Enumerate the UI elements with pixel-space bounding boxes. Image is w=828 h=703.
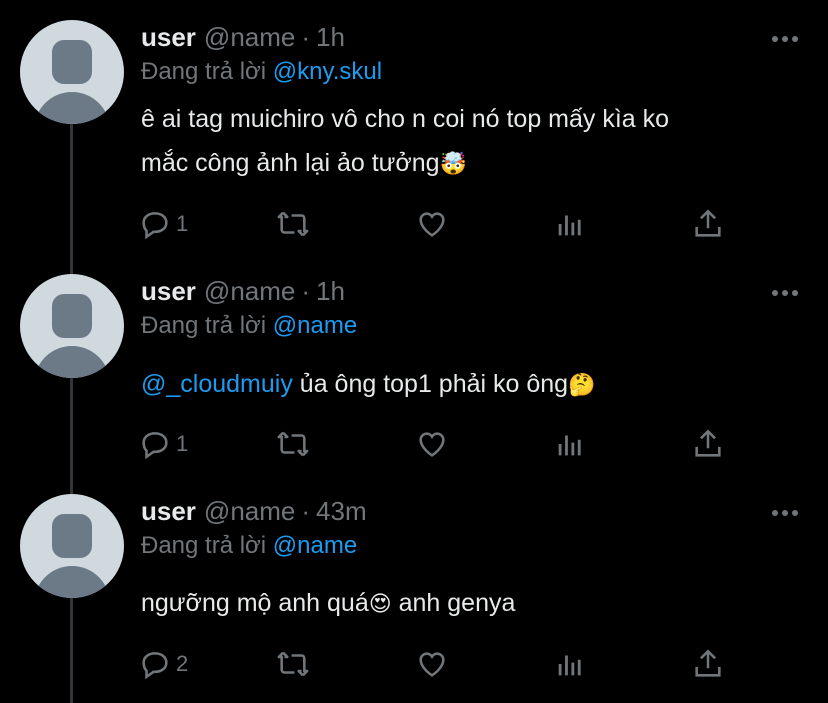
tweet-text-segment: ủa ông top1 phải ko ông [292,370,569,398]
tweet[interactable]: user @name · 43m Đang trả lời @name ngưỡ… [0,482,828,703]
separator-dot: · [301,496,311,526]
retweet-icon [277,211,309,237]
replying-to: Đang trả lời @kny.skul [141,58,382,86]
more-options-button[interactable] [772,508,802,518]
tweet-text-line: mắc công ảnh lại ảo tưởng🤯 [141,141,801,187]
like-button[interactable] [415,204,449,244]
tweet[interactable]: user @name · 1h Đang trả lời @name @_clo… [0,262,828,482]
tweet-text: ê ai tag muichiro vô cho n coi nó top mấ… [141,97,801,187]
thinking-face-emoji: 🤔 [568,373,596,398]
reply-icon [142,212,168,240]
tweet-actions: 1 [138,424,738,464]
share-button[interactable] [691,644,725,684]
replying-to-mention[interactable]: @name [273,312,357,339]
more-icon-dot [782,510,788,516]
avatar-head-shape [52,40,92,84]
user-handle[interactable]: @name [204,276,295,307]
avatar-body-shape [34,92,110,124]
replying-to-mention[interactable]: @name [273,532,357,559]
tweet-text-line: ê ai tag muichiro vô cho n coi nó top mấ… [141,105,670,133]
user-handle[interactable]: @name [204,22,295,53]
reply-count: 2 [176,651,189,676]
share-icon [695,429,721,457]
replying-label: Đang trả lời [141,58,267,85]
tweet-actions: 2 [138,644,738,684]
replying-to: Đang trả lời @name [141,312,357,340]
reply-icon [142,432,168,460]
share-icon [695,209,721,237]
more-icon-dot [782,36,788,42]
separator-dot: · [301,276,311,306]
tweet-text-line: ngưỡng mộ anh quá😍 anh genya [141,581,801,627]
like-icon [419,432,445,457]
more-icon-dot [792,510,798,516]
tweet-header: user @name · 1h [141,22,345,58]
timestamp[interactable]: 43m [316,496,367,527]
separator-dot: · [301,22,311,52]
tweet-mention[interactable]: @_cloudmuiy [141,370,293,398]
username[interactable]: user [141,276,196,307]
avatar-body-shape [34,566,110,598]
tweet-text-segment: anh genya [391,589,516,617]
avatar[interactable] [20,494,124,598]
replying-to: Đang trả lời @name [141,532,357,560]
timestamp[interactable]: 1h [316,22,345,53]
reply-button[interactable]: 1 [138,424,188,464]
more-icon-dot [782,290,788,296]
reply-button[interactable]: 1 [138,204,188,244]
avatar[interactable] [20,20,124,124]
more-icon [772,36,778,42]
share-button[interactable] [691,204,725,244]
replying-label: Đang trả lời [141,312,267,339]
tweet-actions: 1 [138,204,738,244]
more-options-button[interactable] [772,288,802,298]
like-button[interactable] [415,644,449,684]
tweet-header: user @name · 1h [141,276,345,312]
replying-to-mention[interactable]: @kny.skul [273,58,382,85]
tweet[interactable]: user @name · 1h Đang trả lời @kny.skul ê… [0,0,828,262]
timestamp[interactable]: 1h [316,276,345,307]
analytics-button[interactable] [553,424,587,464]
like-icon [419,212,445,237]
more-options-button[interactable] [772,34,802,44]
retweet-icon [277,651,309,677]
like-icon [419,652,445,677]
retweet-icon [277,431,309,457]
user-handle[interactable]: @name [204,496,295,527]
retweet-button[interactable] [276,204,310,244]
retweet-button[interactable] [276,424,310,464]
avatar-body-shape [34,346,110,378]
avatar[interactable] [20,274,124,378]
tweet-text-line: @_cloudmuiy ủa ông top1 phải ko ông🤔 [141,362,801,408]
heart-eyes-emoji: 😍 [368,592,392,617]
reply-count: 1 [176,431,189,456]
tweet-text-segment: ngưỡng mộ anh quá [141,589,369,617]
analytics-icon [558,215,581,236]
tweet-text: ngưỡng mộ anh quá😍 anh genya [141,581,801,627]
more-icon-dot [792,290,798,296]
analytics-icon [558,655,581,676]
more-icon [772,510,778,516]
exploding-head-emoji: 🤯 [439,152,467,177]
share-button[interactable] [691,424,725,464]
avatar-head-shape [52,514,92,558]
share-icon [695,649,721,677]
username[interactable]: user [141,22,196,53]
tweet-text-segment: mắc công ảnh lại ảo tưởng [141,149,440,177]
reply-icon [142,652,168,680]
avatar-head-shape [52,294,92,338]
tweet-text: @_cloudmuiy ủa ông top1 phải ko ông🤔 [141,362,801,408]
more-icon [772,290,778,296]
retweet-button[interactable] [276,644,310,684]
reply-count: 1 [176,211,189,236]
username[interactable]: user [141,496,196,527]
replying-label: Đang trả lời [141,532,267,559]
analytics-icon [558,435,581,456]
analytics-button[interactable] [553,204,587,244]
reply-button[interactable]: 2 [138,644,188,684]
analytics-button[interactable] [553,644,587,684]
more-icon-dot [792,36,798,42]
like-button[interactable] [415,424,449,464]
tweet-header: user @name · 43m [141,496,367,532]
